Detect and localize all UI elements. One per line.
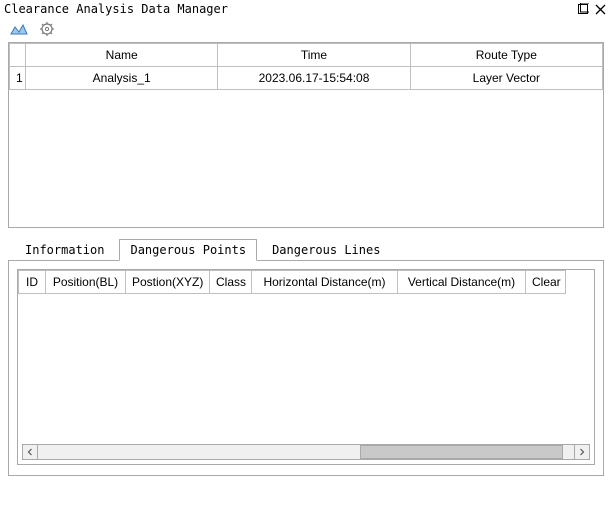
cell-name: Analysis_1 <box>26 67 218 90</box>
scroll-track[interactable] <box>38 444 574 460</box>
header-posxyz[interactable]: Postion(XYZ) <box>126 270 210 294</box>
table-row[interactable]: 1 Analysis_1 2023.06.17-15:54:08 Layer V… <box>10 67 603 90</box>
close-icon[interactable] <box>595 4 606 15</box>
cell-routetype: Layer Vector <box>410 67 602 90</box>
toolbar <box>0 18 612 42</box>
header-routetype[interactable]: Route Type <box>410 44 602 67</box>
tab-information[interactable]: Information <box>14 239 115 261</box>
scroll-right-icon[interactable] <box>574 444 590 460</box>
scroll-thumb[interactable] <box>360 445 564 459</box>
header-posbl[interactable]: Position(BL) <box>46 270 126 294</box>
horizontal-scrollbar[interactable] <box>22 444 590 460</box>
tab-dangerous-lines[interactable]: Dangerous Lines <box>261 239 391 261</box>
window-title: Clearance Analysis Data Manager <box>4 2 228 16</box>
dangerous-points-table: ID Position(BL) Postion(XYZ) Class Horiz… <box>17 269 595 465</box>
header-hdist[interactable]: Horizontal Distance(m) <box>252 270 398 294</box>
window-controls <box>577 3 606 15</box>
gear-icon[interactable] <box>38 21 56 37</box>
tab-dangerous-points[interactable]: Dangerous Points <box>119 239 257 261</box>
header-id[interactable]: ID <box>18 270 46 294</box>
header-class[interactable]: Class <box>210 270 252 294</box>
analysis-icon[interactable] <box>10 21 28 37</box>
analysis-table: Name Time Route Type 1 Analysis_1 2023.0… <box>8 42 604 228</box>
scroll-left-icon[interactable] <box>22 444 38 460</box>
tab-panel: ID Position(BL) Postion(XYZ) Class Horiz… <box>8 260 604 476</box>
cell-rownum: 1 <box>10 67 26 90</box>
header-vdist[interactable]: Vertical Distance(m) <box>398 270 526 294</box>
header-time[interactable]: Time <box>218 44 410 67</box>
table-header-row: Name Time Route Type <box>10 44 603 67</box>
title-bar: Clearance Analysis Data Manager <box>0 0 612 18</box>
header-clear[interactable]: Clear <box>526 270 566 294</box>
tab-strip: Information Dangerous Points Dangerous L… <box>8 238 604 260</box>
detach-icon[interactable] <box>577 3 589 15</box>
table-header-row: ID Position(BL) Postion(XYZ) Class Horiz… <box>18 270 594 294</box>
header-name[interactable]: Name <box>26 44 218 67</box>
header-rownum[interactable] <box>10 44 26 67</box>
cell-time: 2023.06.17-15:54:08 <box>218 67 410 90</box>
